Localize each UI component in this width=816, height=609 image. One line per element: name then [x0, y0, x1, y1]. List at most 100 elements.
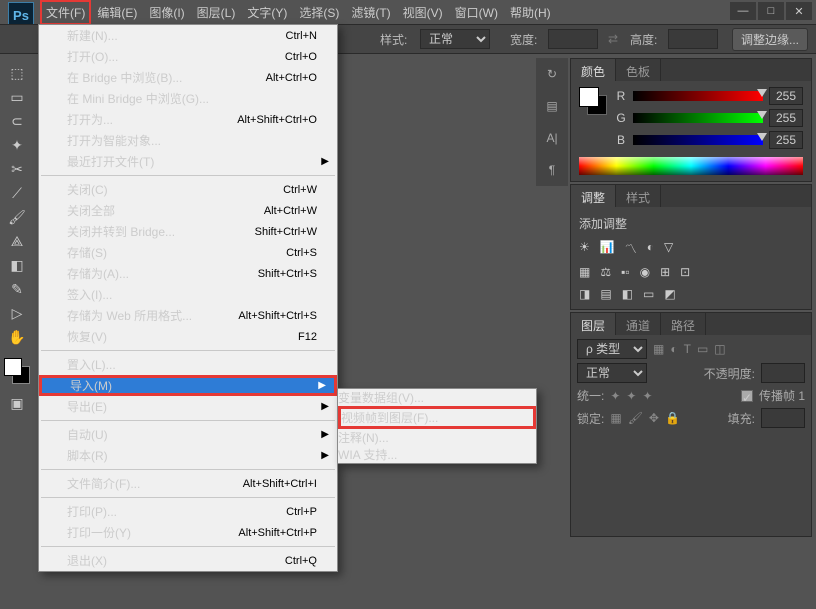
unify-style-icon[interactable]: ✦ — [642, 389, 652, 403]
character-icon[interactable]: A| — [542, 128, 562, 148]
quickmask-tool[interactable]: ▣ — [4, 392, 30, 414]
gradient-map-icon[interactable]: ▭ — [643, 287, 654, 301]
width-input[interactable] — [548, 29, 598, 49]
bw-icon[interactable]: ▪▫ — [621, 265, 630, 279]
threshold-icon[interactable]: ◧ — [622, 287, 633, 301]
filter-kind[interactable]: ρ 类型 — [577, 339, 647, 359]
fill-input[interactable] — [761, 408, 805, 428]
spectrum-bar[interactable] — [579, 157, 803, 175]
unify-pos-icon[interactable]: ✦ — [610, 389, 620, 403]
marquee-tool[interactable]: ▭ — [4, 86, 30, 108]
unify-vis-icon[interactable]: ✦ — [626, 389, 636, 403]
pointer-tool[interactable]: ▷ — [4, 302, 30, 324]
paragraph-icon[interactable]: ¶ — [542, 160, 562, 180]
g-value[interactable]: 255 — [769, 109, 803, 127]
move-tool[interactable]: ⬚ — [4, 62, 30, 84]
filter-shape-icon[interactable]: ▭ — [697, 342, 708, 356]
menu-item[interactable]: 存储为 Web 所用格式...Alt+Shift+Ctrl+S — [39, 305, 337, 326]
opacity-input[interactable] — [761, 363, 805, 383]
filter-smart-icon[interactable]: ◫ — [714, 342, 725, 356]
style-select[interactable]: 正常 — [420, 29, 490, 49]
blend-mode[interactable]: 正常 — [577, 363, 647, 383]
levels-icon[interactable]: 📊 — [600, 240, 615, 257]
tab-layers[interactable]: 图层 — [571, 313, 616, 335]
filter-adj-icon[interactable]: ◐ — [670, 342, 677, 356]
invert-icon[interactable]: ◨ — [579, 287, 590, 301]
menu-item[interactable]: 自动(U)▶ — [39, 424, 337, 445]
menu-edit[interactable]: 编辑(E) — [91, 0, 143, 25]
close-button[interactable]: ✕ — [786, 2, 812, 20]
filter-pixel-icon[interactable]: ▦ — [653, 342, 664, 356]
menu-item[interactable]: 关闭全部Alt+Ctrl+W — [39, 200, 337, 221]
tab-adjust[interactable]: 调整 — [571, 185, 616, 207]
menu-item[interactable]: 导出(E)▶ — [39, 396, 337, 417]
maximize-button[interactable]: □ — [758, 2, 784, 20]
exposure-icon[interactable]: ◐ — [647, 240, 654, 257]
brightness-icon[interactable]: ☀ — [579, 240, 590, 257]
filter-type-icon[interactable]: T — [684, 342, 691, 356]
tab-paths[interactable]: 路径 — [661, 313, 706, 335]
menu-item[interactable]: 打开为...Alt+Shift+Ctrl+O — [39, 109, 337, 130]
brush-tool[interactable]: 🖌 — [4, 206, 30, 228]
menu-item[interactable]: 导入(M)▶ — [39, 375, 337, 396]
clone-tool[interactable]: ⟁ — [4, 230, 30, 252]
balance-icon[interactable]: ⚖ — [600, 265, 611, 279]
submenu-item[interactable]: 视频帧到图层(F)... — [338, 406, 536, 429]
photo-filter-icon[interactable]: ◉ — [640, 265, 650, 279]
r-value[interactable]: 255 — [769, 87, 803, 105]
menu-image[interactable]: 图像(I) — [143, 0, 190, 25]
menu-item[interactable]: 打印(P)...Ctrl+P — [39, 501, 337, 522]
lock-all-icon[interactable]: 🔒 — [665, 411, 680, 425]
posterize-icon[interactable]: ▤ — [600, 287, 611, 301]
refine-edge-button[interactable]: 调整边缘... — [732, 28, 808, 51]
menu-item[interactable]: 打开(O)...Ctrl+O — [39, 46, 337, 67]
menu-type[interactable]: 文字(Y) — [241, 0, 293, 25]
crop-tool[interactable]: ✂ — [4, 158, 30, 180]
menu-select[interactable]: 选择(S) — [293, 0, 345, 25]
menu-item[interactable]: 置入(L)... — [39, 354, 337, 375]
selective-icon[interactable]: ◩ — [664, 287, 675, 301]
menu-help[interactable]: 帮助(H) — [504, 0, 557, 25]
menu-item[interactable]: 在 Bridge 中浏览(B)...Alt+Ctrl+O — [39, 67, 337, 88]
hue-icon[interactable]: ▦ — [579, 265, 590, 279]
lock-pos-icon[interactable]: ✥ — [649, 411, 659, 425]
history-icon[interactable]: ↻ — [542, 64, 562, 84]
menu-item[interactable]: 关闭并转到 Bridge...Shift+Ctrl+W — [39, 221, 337, 242]
menu-item[interactable]: 脚本(R)▶ — [39, 445, 337, 466]
lookup-icon[interactable]: ⊡ — [680, 265, 690, 279]
b-value[interactable]: 255 — [769, 131, 803, 149]
submenu-item[interactable]: WIA 支持... — [338, 446, 536, 463]
lock-paint-icon[interactable]: 🖌 — [628, 411, 643, 425]
color-swatch[interactable] — [4, 358, 30, 384]
menu-item[interactable]: 打开为智能对象... — [39, 130, 337, 151]
menu-item[interactable]: 退出(X)Ctrl+Q — [39, 550, 337, 571]
menu-item[interactable]: 最近打开文件(T)▶ — [39, 151, 337, 172]
panel-swatch[interactable] — [579, 87, 607, 115]
menu-item[interactable]: 文件简介(F)...Alt+Shift+Ctrl+I — [39, 473, 337, 494]
hand-tool[interactable]: ✋ — [4, 326, 30, 348]
properties-icon[interactable]: ▤ — [542, 96, 562, 116]
menu-item[interactable]: 新建(N)...Ctrl+N — [39, 25, 337, 46]
menu-item[interactable]: 恢复(V)F12 — [39, 326, 337, 347]
pen-tool[interactable]: ✎ — [4, 278, 30, 300]
mixer-icon[interactable]: ⊞ — [660, 265, 670, 279]
menu-item[interactable]: 打印一份(Y)Alt+Shift+Ctrl+P — [39, 522, 337, 543]
menu-item[interactable]: 存储为(A)...Shift+Ctrl+S — [39, 263, 337, 284]
tab-styles[interactable]: 样式 — [616, 185, 661, 207]
curves-icon[interactable]: 〽 — [625, 240, 637, 257]
menu-item[interactable]: 在 Mini Bridge 中浏览(G)... — [39, 88, 337, 109]
minimize-button[interactable]: — — [730, 2, 756, 20]
eyedropper-tool[interactable]: ⟋ — [4, 182, 30, 204]
swap-icon[interactable]: ⇄ — [608, 32, 618, 46]
eraser-tool[interactable]: ◧ — [4, 254, 30, 276]
menu-window[interactable]: 窗口(W) — [449, 0, 504, 25]
b-slider[interactable] — [633, 135, 763, 145]
lock-trans-icon[interactable]: ▦ — [610, 411, 621, 425]
menu-item[interactable]: 关闭(C)Ctrl+W — [39, 179, 337, 200]
vibrance-icon[interactable]: ▽ — [664, 240, 673, 257]
menu-item[interactable]: 签入(I)... — [39, 284, 337, 305]
menu-view[interactable]: 视图(V) — [397, 0, 449, 25]
height-input[interactable] — [668, 29, 718, 49]
menu-file[interactable]: 文件(F) — [40, 0, 91, 25]
r-slider[interactable] — [633, 91, 763, 101]
